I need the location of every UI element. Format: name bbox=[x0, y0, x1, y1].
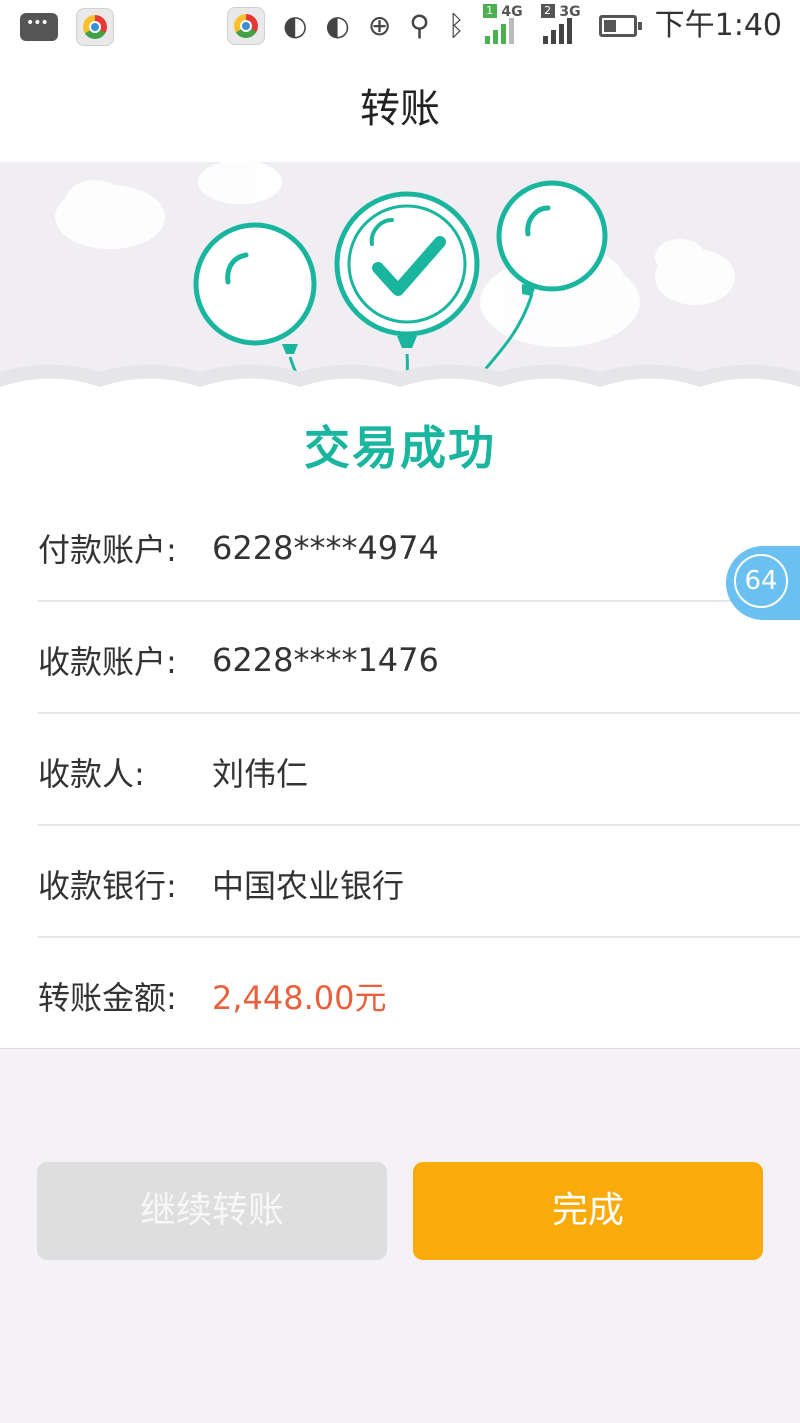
transfer-details: 付款账户: 6228****4974 收款账户: 6228****1476 收款… bbox=[0, 490, 800, 1049]
sync-icon: ◐ bbox=[282, 9, 308, 42]
sim2-number: 2 bbox=[540, 4, 555, 18]
detail-row-payee-bank: 收款银行: 中国农业银行 bbox=[38, 828, 800, 939]
detail-label: 付款账户: bbox=[38, 530, 177, 569]
detail-label: 收款账户: bbox=[38, 642, 177, 681]
divider bbox=[38, 936, 800, 938]
message-notification-icon bbox=[20, 13, 58, 41]
app-notification-icon bbox=[76, 8, 114, 46]
continue-transfer-button[interactable]: 继续转账 bbox=[37, 1162, 387, 1260]
divider bbox=[38, 600, 800, 602]
success-title: 交易成功 bbox=[304, 421, 496, 475]
center-balloon bbox=[334, 191, 480, 348]
status-bar: ◐ ◐ ⊕ ⚲ ᛒ 1 4G 2 3G 下午1:40 bbox=[0, 0, 800, 56]
status-time: 下午1:40 bbox=[654, 8, 782, 43]
detail-row-payer-account: 付款账户: 6228****4974 bbox=[38, 492, 800, 603]
floating-assistant-badge[interactable]: 64 bbox=[726, 546, 800, 620]
detail-row-payee-account: 收款账户: 6228****1476 bbox=[38, 604, 800, 715]
gps-plus-icon: ⊕ bbox=[367, 9, 392, 42]
divider bbox=[38, 824, 800, 826]
badge-count: 64 bbox=[734, 554, 788, 608]
detail-label: 转账金额: bbox=[38, 978, 177, 1017]
detail-value: 6228****4974 bbox=[212, 528, 439, 567]
left-balloon bbox=[193, 222, 317, 354]
bluetooth-icon: ᛒ bbox=[447, 9, 465, 42]
done-button[interactable]: 完成 bbox=[413, 1162, 763, 1260]
divider bbox=[38, 712, 800, 714]
detail-row-payee-name: 收款人: 刘伟仁 bbox=[38, 716, 800, 827]
app-notification-icon bbox=[226, 7, 265, 45]
detail-row-amount: 转账金额: 2,448.00元 bbox=[38, 940, 800, 1051]
location-icon: ⚲ bbox=[409, 9, 430, 42]
success-banner: 交易成功 bbox=[0, 162, 800, 491]
detail-value: 6228****1476 bbox=[212, 640, 439, 679]
sync-icon: ◐ bbox=[325, 9, 350, 42]
detail-label: 收款银行: bbox=[38, 866, 177, 905]
title-bar: 转账 bbox=[0, 56, 800, 162]
detail-label: 收款人: bbox=[38, 754, 145, 793]
detail-value: 刘伟仁 bbox=[212, 754, 309, 793]
transfer-amount: 2,448.00元 bbox=[212, 978, 387, 1017]
sim1-number: 1 bbox=[482, 4, 497, 18]
signal-sim1-icon: 1 4G bbox=[482, 4, 523, 46]
detail-value: 中国农业银行 bbox=[212, 866, 405, 905]
signal-sim2-icon: 2 3G bbox=[540, 4, 581, 46]
battery-icon bbox=[598, 15, 642, 37]
page-title: 转账 bbox=[360, 86, 440, 132]
